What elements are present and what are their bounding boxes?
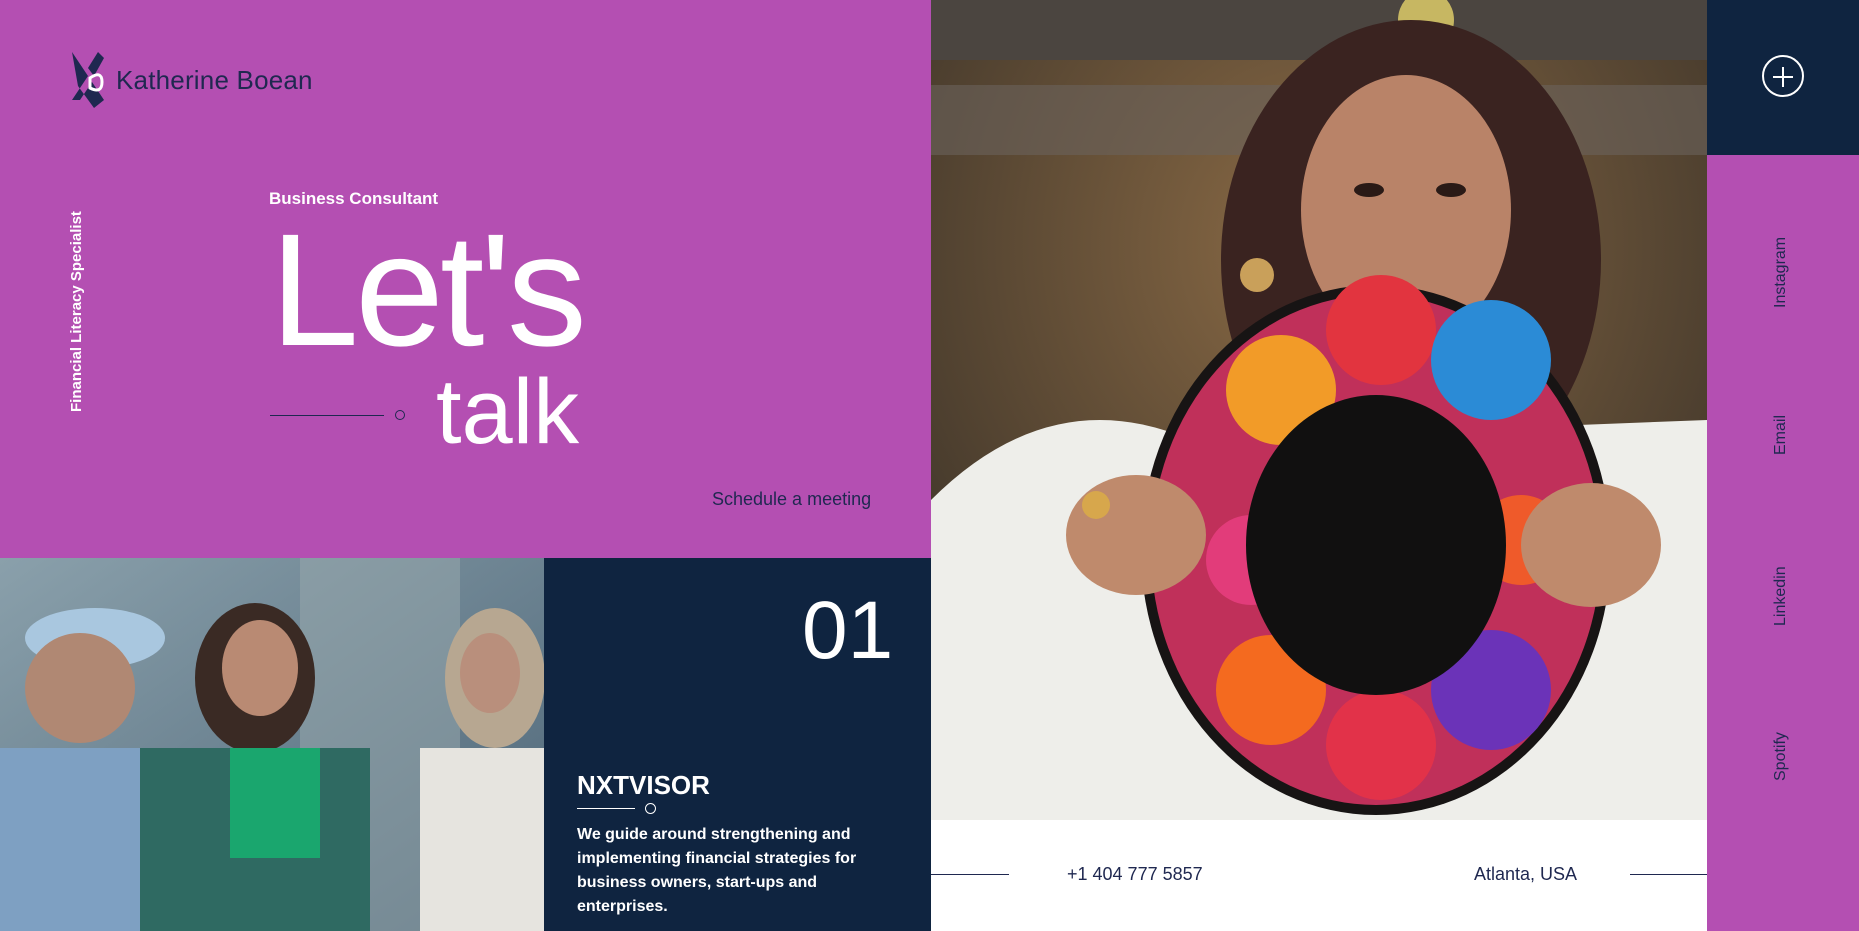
team-photo [0,558,544,931]
social-label-spotify: Spotify [1772,732,1789,781]
social-link-linkedin[interactable]: Linkedin [1772,560,1796,626]
kb-logo-icon [72,52,104,108]
social-link-instagram[interactable]: Instagram [1772,230,1796,308]
headline-lets: Let's [270,200,587,379]
tagline-text: Financial Literacy Specialist [68,211,85,412]
brand-logo[interactable]: Katherine Boean [68,48,313,112]
contact-line-right [1630,874,1707,875]
contact-line-left [931,874,1009,875]
location: Atlanta, USA [1474,864,1578,884]
headline-talk: talk [436,361,580,463]
plus-icon[interactable] [1762,55,1804,97]
feature-divider-line [577,808,635,809]
social-link-spotify[interactable]: Spotify [1772,727,1796,781]
tagline-vertical: Financial Literacy Specialist [68,198,92,412]
divider-dot [395,410,405,420]
social-label-email: Email [1772,414,1789,455]
portrait-photo [931,0,1707,820]
social-label-instagram: Instagram [1772,236,1789,308]
feature-number: 01 [802,585,894,676]
feature-description: We guide around strengthening and implem… [577,826,857,915]
contact-strip [931,820,1707,931]
brand-name: Katherine Boean [116,64,313,95]
feature-divider-dot [645,803,656,814]
social-link-email[interactable]: Email [1772,410,1796,455]
phone-number[interactable]: +1 404 777 5857 [1067,864,1203,885]
social-label-linkedin: Linkedin [1772,566,1789,626]
schedule-meeting-link[interactable]: Schedule a meeting [712,489,871,510]
feature-title: NXTVISOR [577,770,710,800]
divider-line [270,415,384,416]
